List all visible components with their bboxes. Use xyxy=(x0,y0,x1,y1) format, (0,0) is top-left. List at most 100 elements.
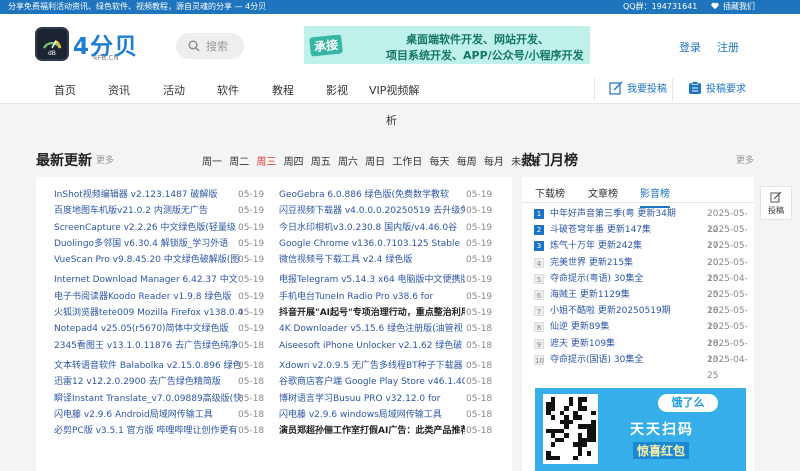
hot-item-title[interactable]: 仙逆 更新89集 xyxy=(550,319,609,335)
list-item-title[interactable]: 手机电台TuneIn Radio Pro v38.6 for xyxy=(279,289,465,305)
hot-list-item[interactable]: 8 仙逆 更新89集 2025-05-18 xyxy=(534,319,749,349)
day-tab-tue[interactable]: 周二 xyxy=(229,157,249,168)
hot-item-title[interactable]: 夺命提示(粤语) 30集全 xyxy=(550,271,643,287)
list-item-title[interactable]: Notepad4 v25.05(r5670)简体中文绿色版 xyxy=(54,321,250,337)
login-link[interactable]: 登录 xyxy=(679,39,701,55)
hot-list-item[interactable]: 2 斗破苍穹年番 更新147集 2025-05-17 xyxy=(534,222,749,251)
list-item-title[interactable]: Google Chrome v136.0.7103.125 Stable xyxy=(279,236,465,252)
list-item-date: 05-19 xyxy=(466,255,493,266)
list-item-title[interactable]: 微信视频号下载工具 v2.4 绿色版 xyxy=(279,252,465,268)
list-item-title[interactable]: 迅雷12 v12.2.0.2900 去广告绿色精简版 xyxy=(54,374,250,390)
ad-brand: 饿了么 xyxy=(658,394,718,412)
hot-item-title[interactable]: 遮天 更新109集 xyxy=(550,336,615,352)
hot-item-title[interactable]: 海贼王 更新1129集 xyxy=(550,287,630,303)
hot-item-title[interactable]: 夺命提示(国语) 30集全 xyxy=(550,352,643,368)
latest-more-link[interactable]: 更多 xyxy=(96,153,114,166)
hot-list-item[interactable]: 4 完美世界 更新215集 2025-05-15 xyxy=(534,255,749,284)
list-item-title[interactable]: 谷歌商店客户端 Google Play Store v46.1.40 xyxy=(279,374,465,390)
day-tab-wed[interactable]: 周三 xyxy=(256,157,276,168)
ad-banner[interactable]: 承接 桌面端软件开发、网站开发、 项目系统开发、APP/公众号/小程序开发 xyxy=(304,26,590,64)
rank-number: 7 xyxy=(534,306,544,317)
hot-list-item[interactable]: 9 遮天 更新109集 2025-05-13 xyxy=(534,336,749,365)
hot-list-item[interactable]: 3 炼气十万年 更新242集 2025-05-20 xyxy=(534,238,749,268)
hot-list-item[interactable]: 10 夺命提示(国语) 30集全 2025-04-25 xyxy=(534,352,749,381)
day-tab-monthly[interactable]: 每月 xyxy=(484,157,504,168)
day-tab-daily[interactable]: 每天 xyxy=(430,157,450,168)
nav-item-vip-video[interactable]: VIP视频解 xyxy=(369,82,419,98)
day-tab-sun[interactable]: 周日 xyxy=(365,157,385,168)
hot-list-item[interactable]: 5 夺命提示(粤语) 30集全 2025-04-25 xyxy=(534,271,749,300)
hot-item-title[interactable]: 炼气十万年 更新242集 xyxy=(550,238,642,254)
nav-item-vip-video-overflow[interactable]: 析 xyxy=(386,112,397,128)
list-item-title[interactable]: 2345看图王 v13.1.0.11876 去广告绿色纯净 xyxy=(54,338,250,354)
list-item-title[interactable]: 博树语言学习Busuu PRO v32.12.0 for xyxy=(279,391,465,407)
submit-post-button[interactable]: 我要投稿 xyxy=(609,80,667,95)
list-item-title[interactable]: 4K Downloader v5.15.6 绿色注册版(油管视 xyxy=(279,321,465,337)
hot-item-title[interactable]: 完美世界 更新215集 xyxy=(550,255,633,271)
list-item-title[interactable]: 瞬译Instant Translate_v7.0.09889高级版(快 xyxy=(54,391,250,407)
nav-item-tutorials[interactable]: 教程 xyxy=(272,82,294,98)
nav-item-movies[interactable]: 影视 xyxy=(326,82,348,98)
list-item: 火狐浏览器tete009 Mozilla Firefox v138.0.4 05-… xyxy=(36,305,512,321)
tab-media[interactable]: 影音榜 xyxy=(640,185,670,208)
nav-item-software[interactable]: 软件 xyxy=(217,82,239,98)
list-item-title[interactable]: 闪电藤 v2.9.6 Android局域网传输工具 xyxy=(54,407,250,423)
list-item-title[interactable]: 闪电藤 v2.9.6 windows局域网传输工具 xyxy=(279,407,465,423)
list-item-title[interactable]: Internet Download Manager 6.42.37 中文 xyxy=(54,272,250,288)
list-item-title[interactable]: Duolingo多邻国 v6.30.4 解锁版_学习外语 xyxy=(54,236,250,252)
day-tab-workday[interactable]: 工作日 xyxy=(392,157,422,168)
list-item-title[interactable]: GeoGebra 6.0.886 绿色版(免费数学教软 xyxy=(279,187,465,203)
logo-badge[interactable]: dB xyxy=(35,27,69,61)
list-item-title[interactable]: 火狐浏览器tete009 Mozilla Firefox v138.0.4 xyxy=(54,305,250,321)
search-icon[interactable] xyxy=(188,40,200,52)
list-item-date: 05-19 xyxy=(238,206,265,217)
side-submit-button[interactable]: 投稿 xyxy=(760,186,792,220)
list-item-title[interactable]: InShot视频编辑器 v2.123.1487 破解版 xyxy=(54,187,250,203)
day-tab-fri[interactable]: 周五 xyxy=(311,157,331,168)
list-item-title[interactable]: 电子书阅读器Koodo Reader v1.9.8 绿色版 xyxy=(54,289,250,305)
day-tab-mon[interactable]: 周一 xyxy=(202,157,222,168)
day-tab-sat[interactable]: 周六 xyxy=(338,157,358,168)
search-input[interactable] xyxy=(206,37,240,55)
list-item-title[interactable]: 电报Telegram v5.14.3 x64 电脑版中文便携版 xyxy=(279,272,465,288)
hot-item-title[interactable]: 中年好声音第三季(粤 更新34期 xyxy=(550,206,676,222)
list-item-title[interactable]: ScreenCapture v2.2.26 中文绿色版(轻量级 xyxy=(54,220,250,236)
hot-list-item[interactable]: 1 中年好声音第三季(粤 更新34期 2025-05-12 xyxy=(534,206,749,235)
hot-more-link[interactable]: 更多 xyxy=(736,153,754,166)
tab-articles[interactable]: 文章榜 xyxy=(588,185,618,200)
latest-group: Internet Download Manager 6.42.37 中文 05-1… xyxy=(36,272,512,353)
list-item-title[interactable]: 文本转语音软件 Balabolka v2.15.0.896 绿色 xyxy=(54,358,250,374)
search-box[interactable] xyxy=(176,33,244,59)
day-tab-thu[interactable]: 周四 xyxy=(284,157,304,168)
qr-module xyxy=(568,419,573,424)
hot-item-title[interactable]: 斗破苍穹年番 更新147集 xyxy=(550,222,651,238)
hot-list-item[interactable]: 6 海贼王 更新1129集 2025-05-18 xyxy=(534,287,749,316)
hot-item-title[interactable]: 小姐不酷啦 更新20250519期 xyxy=(550,303,671,319)
list-item-date: 05-19 xyxy=(238,190,265,200)
list-item-title[interactable]: Xdown v2.0.9.5 无广告多线程BT种子下载器 xyxy=(279,358,465,374)
list-item-title[interactable]: 闪豆视频下载器 v4.0.0.0.20250519 去升级免 xyxy=(279,203,465,219)
nav-item-news[interactable]: 资讯 xyxy=(108,82,130,98)
list-item-title[interactable]: 今日水印相机v3.0.230.8 国内版/v4.46.0谷 xyxy=(279,220,465,236)
day-tab-weekly[interactable]: 每周 xyxy=(457,157,477,168)
qr-module xyxy=(555,455,560,460)
register-link[interactable]: 注册 xyxy=(717,39,739,55)
nav-item-home[interactable]: 首页 xyxy=(54,82,76,98)
qr-module xyxy=(550,406,555,411)
eleme-ad[interactable]: 饿了么 天天扫码 惊喜红包 xyxy=(535,388,746,471)
list-item-title[interactable]: 百度地图车机版v21.0.2 内测版无广告 xyxy=(54,203,250,219)
list-item-date: 05-18 xyxy=(466,360,493,371)
tab-downloads[interactable]: 下载榜 xyxy=(535,185,565,200)
list-item-title[interactable]: 演员郑超孙俪工作室打假AI广告：此类产品推荐 xyxy=(279,423,465,439)
list-item-title[interactable]: VueScan Pro v9.8.45.20 中文绿色破解版(图 xyxy=(54,252,250,268)
favorite-link[interactable]: 插藏我们 xyxy=(711,0,755,14)
list-item-title[interactable]: 必剪PC版 v3.5.1 官方版 哔哩哔哩让创作更有 xyxy=(54,423,250,439)
submit-requirements-button[interactable]: 投稿要求 xyxy=(688,80,746,95)
list-item-date: 05-18 xyxy=(466,324,493,335)
list-item-title[interactable]: Aiseesoft iPhone Unlocker v2.1.62 绿色破 xyxy=(279,338,465,354)
nav-item-events[interactable]: 活动 xyxy=(163,82,185,98)
latest-title: 最新更新 xyxy=(36,153,92,169)
qr-module xyxy=(568,401,573,406)
list-item-title[interactable]: 抖音开展"AI起号"专项治理行动，重点整治利用 xyxy=(279,305,465,321)
hot-list-item[interactable]: 7 小姐不酷啦 更新20250519期 2025-05-19 xyxy=(534,303,749,332)
